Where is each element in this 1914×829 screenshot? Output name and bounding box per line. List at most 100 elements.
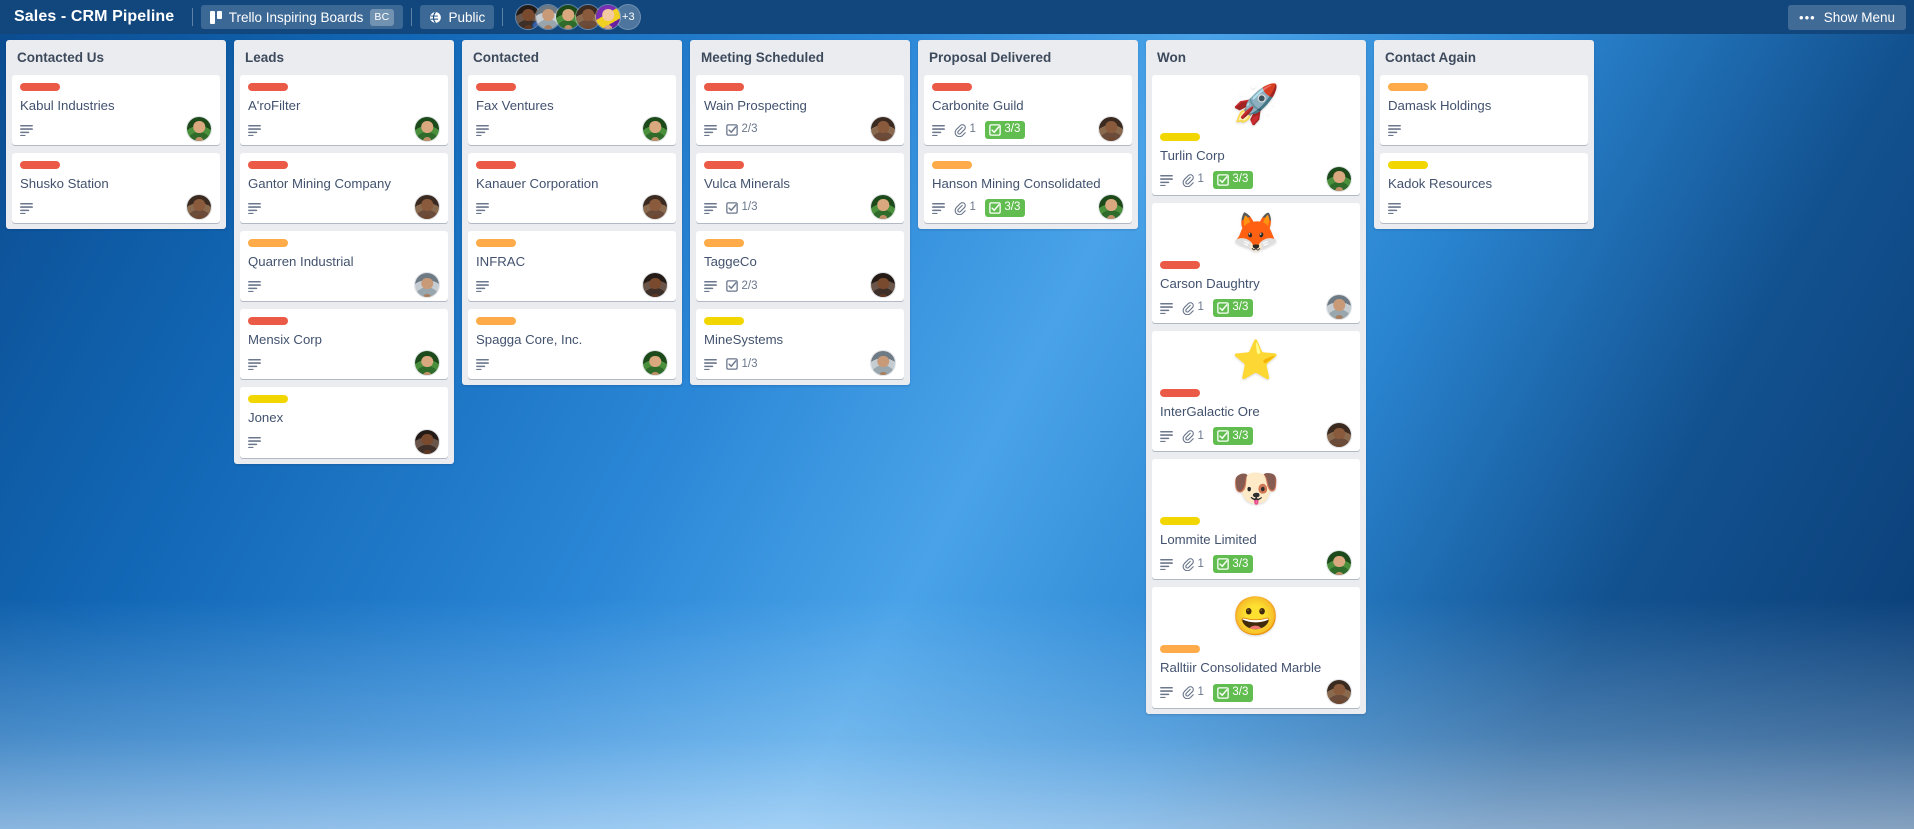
description-icon	[248, 358, 261, 370]
card[interactable]: Mensix Corp	[240, 309, 448, 380]
card-member-avatar[interactable]	[414, 116, 440, 142]
card[interactable]: Gantor Mining Company	[240, 153, 448, 224]
card-label-orange[interactable]	[704, 239, 744, 248]
card-label-yellow[interactable]	[1388, 161, 1428, 169]
show-menu-button[interactable]: ••• Show Menu	[1788, 4, 1906, 30]
card[interactable]: Quarren Industrial	[240, 231, 448, 302]
card[interactable]: Kanauer Corporation	[468, 153, 676, 224]
card-member-avatar[interactable]	[186, 194, 212, 221]
description-icon	[1388, 202, 1401, 214]
description-icon	[704, 280, 717, 292]
card[interactable]: Kabul Industries	[12, 74, 220, 145]
card-member-avatar[interactable]	[642, 116, 668, 142]
card[interactable]: 🦊 Carson Daughtry 1 3/3	[1152, 203, 1360, 324]
card-title: Mensix Corp	[248, 332, 323, 348]
card-member-avatar[interactable]	[870, 272, 896, 299]
card-title: Kabul Industries	[20, 97, 115, 113]
card[interactable]: 😀 Ralltiir Consolidated Marble 1 3/3	[1152, 587, 1360, 708]
card-label-red[interactable]	[704, 82, 744, 91]
card[interactable]: A'roFilter	[240, 74, 448, 145]
card-member-avatar[interactable]	[642, 194, 668, 221]
card-label-orange[interactable]	[248, 239, 288, 248]
card-title: Kadok Resources	[1388, 176, 1493, 191]
team-button[interactable]: Trello Inspiring Boards BC	[201, 5, 403, 29]
card[interactable]: Vulca Minerals 1/3	[696, 153, 904, 224]
card-label-red[interactable]	[248, 317, 288, 326]
card-list: Carbonite Guild 1 3/3 Hanson Mining Consoli…	[918, 74, 1138, 224]
card[interactable]: Kadok Resources	[1380, 153, 1588, 224]
card-label-red[interactable]	[248, 82, 288, 91]
card[interactable]: INFRAC	[468, 231, 676, 302]
list-title[interactable]: Proposal Delivered	[918, 40, 1138, 75]
card-member-avatar[interactable]	[1326, 166, 1352, 192]
team-name: Trello Inspiring Boards	[228, 9, 364, 25]
card-label-red[interactable]	[1160, 389, 1200, 398]
card-member-avatar[interactable]	[414, 428, 440, 455]
card[interactable]: Spagga Core, Inc.	[468, 309, 676, 380]
card-badges: 2/3	[704, 116, 896, 142]
card-label-yellow[interactable]	[704, 317, 744, 326]
description-icon	[248, 202, 261, 214]
description-icon	[248, 280, 261, 292]
card-badges: 2/3	[704, 272, 896, 299]
card-member-avatar[interactable]	[414, 272, 440, 299]
card-label-orange[interactable]	[932, 161, 972, 169]
list-title[interactable]: Contacted Us	[6, 40, 226, 75]
list-title[interactable]: Won	[1146, 40, 1366, 75]
card-member-avatar[interactable]	[1326, 294, 1352, 321]
card-label-orange[interactable]	[1388, 82, 1428, 91]
card-member-avatar[interactable]	[642, 272, 668, 299]
card-member-avatar[interactable]	[1098, 194, 1124, 221]
card-badges	[248, 116, 440, 142]
card-label-red[interactable]	[20, 161, 60, 169]
card[interactable]: Carbonite Guild 1 3/3	[924, 74, 1132, 145]
card-member-avatar[interactable]	[870, 194, 896, 221]
card-title: Kanauer Corporation	[476, 176, 599, 191]
card-label-yellow[interactable]	[1160, 132, 1200, 141]
card-list: Damask Holdings Kadok Resources	[1374, 74, 1594, 224]
card[interactable]: Wain Prospecting 2/3	[696, 74, 904, 145]
card-label-orange[interactable]	[476, 239, 516, 248]
card-title: Ralltiir Consolidated Marble	[1160, 660, 1322, 676]
card-label-red[interactable]	[476, 161, 516, 169]
page-title[interactable]: Sales - CRM Pipeline	[12, 8, 184, 26]
card[interactable]: 🚀 Turlin Corp 1 3/3	[1152, 74, 1360, 195]
card-label-yellow[interactable]	[1160, 517, 1200, 526]
card-member-avatar[interactable]	[186, 116, 212, 142]
card[interactable]: 🐶 Lommite Limited 1 3/3	[1152, 459, 1360, 580]
card-label-red[interactable]	[20, 82, 60, 91]
card-label-red[interactable]	[248, 161, 288, 169]
avatar[interactable]	[595, 4, 622, 30]
list-title[interactable]: Meeting Scheduled	[690, 40, 910, 75]
checklist-count: 1/3	[741, 201, 758, 214]
card-label-yellow[interactable]	[248, 395, 288, 404]
list-title[interactable]: Leads	[234, 40, 454, 75]
card[interactable]: Hanson Mining Consolidated 1 3/3	[924, 153, 1132, 224]
card-member-avatar[interactable]	[1326, 550, 1352, 577]
card-member-avatar[interactable]	[1098, 116, 1124, 142]
card-member-avatar[interactable]	[414, 194, 440, 221]
card[interactable]: TaggeCo 2/3	[696, 231, 904, 302]
card[interactable]: Shusko Station	[12, 153, 220, 224]
card-member-avatar[interactable]	[414, 350, 440, 377]
card-label-orange[interactable]	[1160, 645, 1200, 654]
card-member-avatar[interactable]	[870, 350, 896, 377]
card-label-red[interactable]	[476, 82, 516, 91]
description-icon	[1388, 124, 1401, 136]
card-member-avatar[interactable]	[1326, 422, 1352, 449]
card-member-avatar[interactable]	[870, 116, 896, 142]
visibility-button[interactable]: Public	[419, 5, 495, 29]
card[interactable]: ⭐ InterGalactic Ore 1 3/3	[1152, 331, 1360, 452]
card-member-avatar[interactable]	[1326, 678, 1352, 705]
card[interactable]: Jonex	[240, 387, 448, 458]
card-member-avatar[interactable]	[642, 350, 668, 377]
card-label-orange[interactable]	[476, 317, 516, 326]
card[interactable]: Damask Holdings	[1380, 74, 1588, 145]
list-title[interactable]: Contact Again	[1374, 40, 1594, 75]
card-label-red[interactable]	[932, 82, 972, 91]
card-label-red[interactable]	[1160, 261, 1200, 269]
card[interactable]: Fax Ventures	[468, 74, 676, 145]
card-label-red[interactable]	[704, 161, 744, 169]
card[interactable]: MineSystems 1/3	[696, 309, 904, 380]
list-title[interactable]: Contacted	[462, 40, 682, 75]
